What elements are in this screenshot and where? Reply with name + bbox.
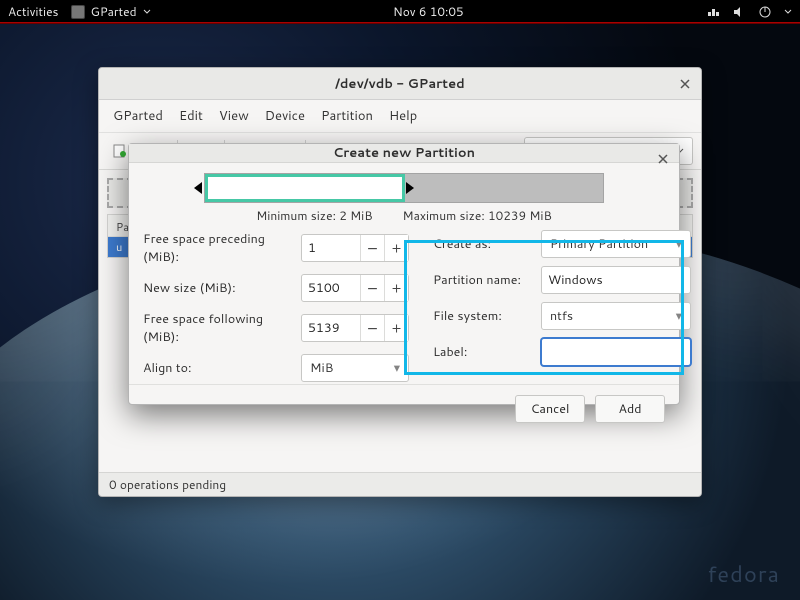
free-preceding-input[interactable] <box>302 235 360 261</box>
menu-partition[interactable]: Partition <box>315 104 379 128</box>
create-as-value: Primary Partition <box>550 235 648 253</box>
app-menu[interactable]: GParted <box>71 3 151 20</box>
label-label: Label: <box>433 343 533 361</box>
row-label: u <box>116 239 122 255</box>
create-partition-dialog: Create new Partition Minimum size: 2 MiB… <box>128 143 680 405</box>
close-icon <box>657 153 669 165</box>
clock[interactable]: Nov 6 10:05 <box>393 3 464 20</box>
gnome-topbar: Activities GParted Nov 6 10:05 <box>0 0 800 24</box>
new-icon <box>112 143 128 159</box>
menu-view[interactable]: View <box>213 104 255 128</box>
menu-edit[interactable]: Edit <box>173 104 209 128</box>
statusbar: 0 operations pending <box>99 472 701 496</box>
new-size-spin[interactable]: − + <box>301 274 409 302</box>
resize-handle-right[interactable] <box>405 174 415 202</box>
chevron-down-icon <box>143 8 151 16</box>
free-following-input[interactable] <box>302 315 360 341</box>
gparted-app-icon <box>71 5 85 19</box>
cancel-button[interactable]: Cancel <box>515 395 585 423</box>
label-input[interactable] <box>541 338 691 366</box>
menu-device[interactable]: Device <box>259 104 311 128</box>
dialog-titlebar[interactable]: Create new Partition <box>129 144 679 163</box>
chevron-down-icon: ▾ <box>676 235 682 253</box>
free-following-label: Free space following (MiB): <box>143 310 293 346</box>
menu-help[interactable]: Help <box>383 104 423 128</box>
window-close-button[interactable] <box>679 77 691 95</box>
menu-gparted[interactable]: GParted <box>107 104 169 128</box>
triangle-left-icon <box>193 181 203 195</box>
partition-name-label: Partition name: <box>433 271 533 289</box>
status-text: 0 operations pending <box>109 476 226 493</box>
chevron-down-icon: ▾ <box>676 307 682 325</box>
create-as-label: Create as: <box>433 235 533 253</box>
close-icon <box>679 78 691 90</box>
free-preceding-label: Free space preceding (MiB): <box>143 230 293 266</box>
resize-handle-left[interactable] <box>193 174 203 202</box>
network-icon[interactable] <box>706 5 720 19</box>
filesystem-select[interactable]: ntfs ▾ <box>541 302 691 330</box>
free-following-spin[interactable]: − + <box>301 314 409 342</box>
window-title: /dev/vdb - GParted <box>335 75 465 93</box>
dialog-title: Create new Partition <box>333 144 475 162</box>
new-size-input[interactable] <box>302 275 360 301</box>
spin-up[interactable]: + <box>384 275 408 301</box>
activities-button[interactable]: Activities <box>8 3 59 20</box>
create-as-select[interactable]: Primary Partition ▾ <box>541 230 691 258</box>
new-partition-visual[interactable] <box>205 174 405 202</box>
resize-visual[interactable] <box>129 173 679 203</box>
add-button[interactable]: Add <box>595 395 665 423</box>
spin-down[interactable]: − <box>360 235 384 261</box>
menubar: GParted Edit View Device Partition Help <box>99 100 701 132</box>
spin-down[interactable]: − <box>360 315 384 341</box>
spin-up[interactable]: + <box>384 235 408 261</box>
align-to-label: Align to: <box>143 359 293 377</box>
max-size-text: Maximum size: 10239 MiB <box>403 207 552 224</box>
chevron-down-icon: ▾ <box>394 359 400 377</box>
chevron-down-icon <box>784 8 792 16</box>
free-preceding-spin[interactable]: − + <box>301 234 409 262</box>
spin-up[interactable]: + <box>384 315 408 341</box>
app-menu-label: GParted <box>91 3 137 20</box>
dialog-close-button[interactable] <box>657 152 669 170</box>
triangle-right-icon <box>405 181 415 195</box>
filesystem-label: File system: <box>433 307 533 325</box>
window-titlebar[interactable]: /dev/vdb - GParted <box>99 68 701 100</box>
partition-name-input[interactable] <box>541 266 691 294</box>
filesystem-value: ntfs <box>550 307 573 325</box>
new-size-label: New size (MiB): <box>143 279 293 297</box>
spin-down[interactable]: − <box>360 275 384 301</box>
fedora-watermark: fedora <box>707 559 780 590</box>
min-size-text: Minimum size: 2 MiB <box>256 207 372 224</box>
align-to-value: MiB <box>310 359 333 377</box>
power-icon[interactable] <box>758 5 772 19</box>
volume-icon[interactable] <box>732 5 746 19</box>
align-to-select[interactable]: MiB ▾ <box>301 354 409 382</box>
